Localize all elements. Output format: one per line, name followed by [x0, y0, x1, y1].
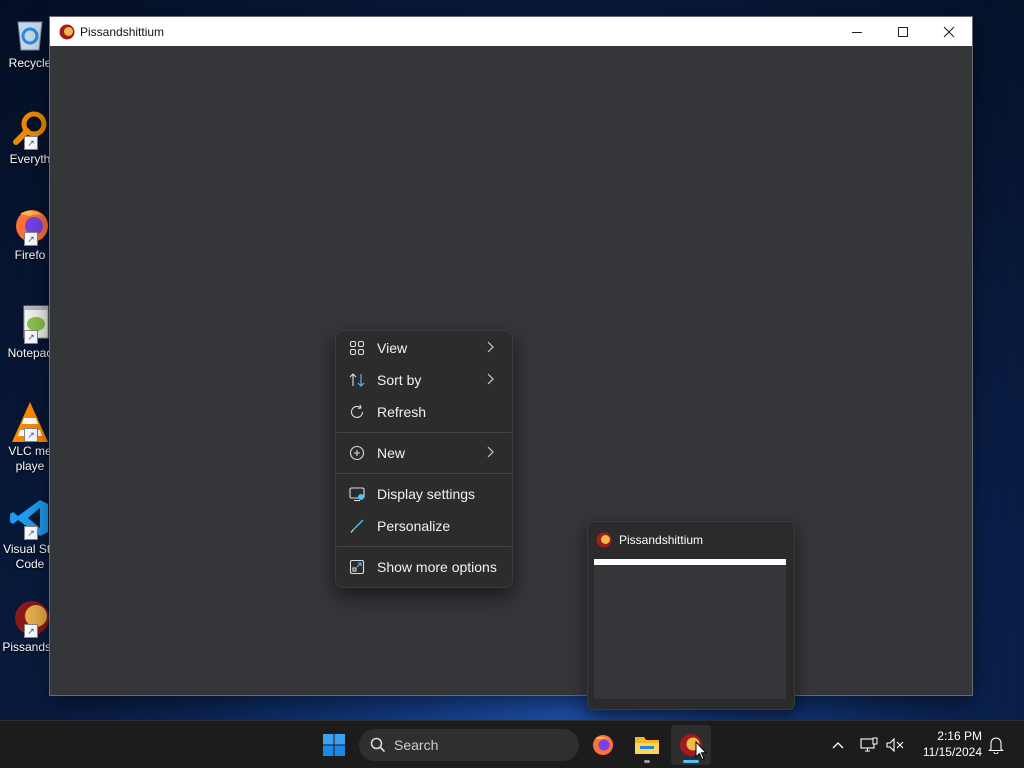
taskbar-search-box[interactable]: Search — [359, 729, 579, 761]
recycle-bin-icon — [10, 12, 50, 52]
close-button[interactable] — [926, 17, 972, 46]
search-placeholder: Search — [394, 737, 439, 753]
search-icon — [370, 737, 386, 753]
menu-separator — [337, 432, 511, 433]
taskbar-window-preview[interactable]: Pissandshittium — [587, 521, 795, 710]
start-icon — [323, 734, 345, 756]
window-title: Pissandshittium — [80, 24, 165, 39]
shortcut-arrow-icon: ↗ — [24, 232, 38, 246]
shortcut-arrow-icon: ↗ — [24, 624, 38, 638]
window-titlebar[interactable]: Pissandshittium — [50, 17, 972, 46]
display-settings-icon — [348, 485, 366, 503]
menu-item-label: Display settings — [377, 486, 476, 502]
taskbar-clock[interactable]: 2:16 PM 11/15/2024 — [912, 728, 982, 760]
taskbar-firefox-button[interactable] — [583, 725, 623, 765]
clock-date: 11/15/2024 — [922, 745, 982, 759]
maximize-button[interactable] — [880, 17, 926, 46]
refresh-icon — [348, 403, 366, 421]
menu-item-label: Show more options — [377, 559, 497, 575]
shortcut-arrow-icon: ↗ — [24, 428, 38, 442]
menu-item-label: Sort by — [377, 372, 422, 388]
menu-item-display-settings[interactable]: Display settings — [340, 479, 508, 509]
minimize-icon — [852, 31, 862, 33]
running-indicator — [644, 760, 650, 763]
menu-item-new[interactable]: New — [340, 438, 508, 468]
chevron-right-icon — [487, 341, 494, 353]
file-explorer-icon — [635, 737, 659, 754]
network-icon — [860, 737, 878, 752]
taskbar: Search 2:16 PM 11/15/2024 — [0, 720, 1024, 768]
more-options-icon — [348, 558, 366, 576]
firefox-icon: ↗ — [10, 204, 50, 246]
vlc-icon: ↗ — [10, 400, 50, 442]
notifications-button[interactable] — [986, 735, 1006, 755]
menu-item-show-more-options[interactable]: Show more options — [340, 552, 508, 582]
mouse-cursor-icon — [695, 741, 707, 761]
notification-icon — [988, 737, 1004, 754]
shortcut-arrow-icon: ↗ — [24, 136, 38, 150]
menu-item-label: New — [377, 445, 406, 461]
chevron-up-icon — [832, 742, 844, 749]
preview-title: Pissandshittium — [619, 533, 704, 547]
shortcut-arrow-icon: ↗ — [24, 330, 38, 344]
everything-search-icon: ↗ — [10, 108, 50, 150]
sort-icon — [348, 371, 366, 389]
menu-item-label: Refresh — [377, 404, 427, 420]
preview-thumbnail-titlebar — [594, 559, 786, 565]
preview-thumbnail[interactable] — [594, 559, 786, 699]
pissandshittium-icon: ↗ — [10, 596, 50, 638]
maximize-icon — [898, 26, 908, 37]
menu-item-view[interactable]: View — [340, 333, 508, 363]
menu-item-label: View — [377, 340, 408, 356]
close-icon — [943, 26, 955, 37]
firefox-icon — [593, 735, 613, 755]
grid-view-icon — [348, 339, 366, 357]
shortcut-arrow-icon: ↗ — [24, 526, 38, 540]
start-button[interactable] — [314, 725, 354, 765]
chevron-right-icon — [487, 446, 494, 458]
brush-icon — [348, 517, 366, 535]
menu-item-personalize[interactable]: Personalize — [340, 511, 508, 541]
menu-item-label: Personalize — [377, 518, 451, 534]
notepad-plus-plus-icon: ↗ — [10, 302, 50, 344]
menu-item-refresh[interactable]: Refresh — [340, 397, 508, 427]
volume-muted-icon — [886, 737, 904, 753]
context-menu[interactable]: View Sort by Refresh New Display setting… — [335, 330, 513, 588]
pissandshittium-icon — [59, 24, 75, 40]
chevron-right-icon — [487, 373, 494, 385]
menu-item-sort-by[interactable]: Sort by — [340, 365, 508, 395]
clock-time: 2:16 PM — [937, 729, 982, 743]
plus-circle-icon — [348, 444, 366, 462]
pissandshittium-icon — [596, 532, 612, 548]
volume-button[interactable] — [885, 735, 905, 755]
menu-separator — [337, 473, 511, 474]
vscode-icon: ↗ — [10, 498, 50, 540]
taskbar-file-explorer-button[interactable] — [627, 725, 667, 765]
minimize-button[interactable] — [834, 17, 880, 46]
show-hidden-icons-button[interactable] — [828, 735, 848, 755]
menu-separator — [337, 546, 511, 547]
network-button[interactable] — [859, 735, 879, 755]
